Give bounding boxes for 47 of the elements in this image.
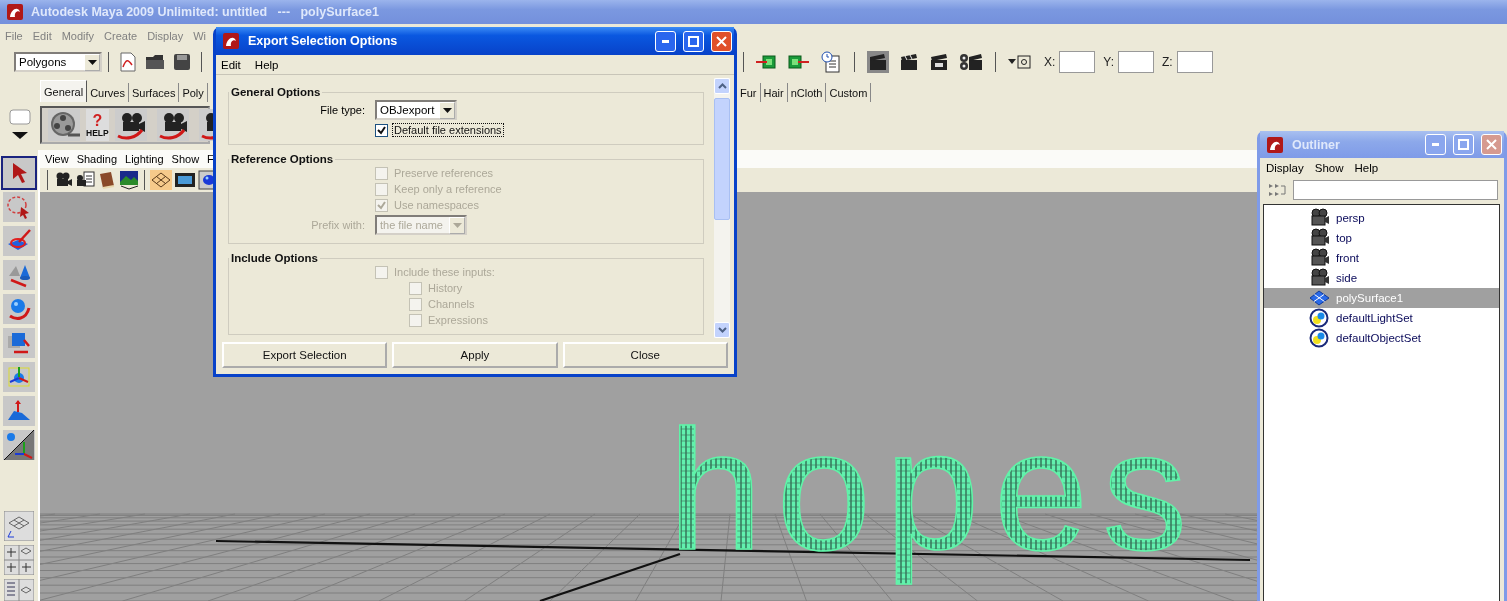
- shelf-tab[interactable]: Curves: [87, 83, 129, 102]
- window-title: Autodesk Maya 2009 Unlimited: untitled --- polySurface1: [31, 5, 379, 19]
- dropdown: the file name: [375, 215, 467, 235]
- mesh-text: hopes: [668, 395, 1202, 585]
- outliner-item[interactable]: defaultLightSet: [1264, 308, 1499, 328]
- dropdown[interactable]: OBJexport: [375, 100, 457, 120]
- field-label: File type:: [319, 104, 366, 116]
- checkbox-label: Include these inputs:: [393, 266, 496, 278]
- outliner-item[interactable]: front: [1264, 248, 1499, 268]
- axis-label: X:: [1044, 55, 1056, 69]
- checkbox-label: Preserve references: [393, 167, 495, 179]
- panel-menu-item[interactable]: View: [45, 153, 69, 165]
- dialog-button[interactable]: Close: [562, 342, 728, 368]
- outliner-item[interactable]: side: [1264, 268, 1499, 288]
- checkbox-label: Expressions: [427, 314, 489, 326]
- dialog-button[interactable]: Apply: [392, 342, 558, 368]
- panel-menu-item[interactable]: Shading: [76, 153, 118, 165]
- checkbox-label: Use namespaces: [393, 199, 480, 211]
- checkbox-label: Keep only a reference: [393, 183, 503, 195]
- menu-item[interactable]: Help: [254, 58, 279, 71]
- group-title: Include Options: [230, 252, 319, 264]
- help-shelf-button[interactable]: ? HELP: [86, 109, 109, 141]
- axis-label: Z:: [1162, 55, 1173, 69]
- shelf-tab[interactable]: Fur: [737, 83, 761, 102]
- checkbox-label: History: [427, 282, 464, 294]
- menu-item[interactable]: Show: [1314, 162, 1344, 174]
- checkbox-label[interactable]: Default file extensions: [393, 124, 503, 136]
- shelf-tab[interactable]: General: [40, 80, 88, 102]
- field-label: Prefix with:: [310, 219, 366, 231]
- menu-item[interactable]: Help: [1354, 162, 1379, 174]
- group-title: General Options: [230, 86, 322, 98]
- menu-item[interactable]: Display: [1266, 162, 1304, 174]
- panel-menu-item[interactable]: Show: [171, 153, 200, 165]
- outliner-title: Outliner: [1292, 137, 1341, 152]
- checkbox-label: Channels: [427, 298, 476, 310]
- dialog-button[interactable]: Export Selection: [222, 342, 388, 368]
- axis-label: Y:: [1103, 55, 1115, 69]
- shelf-tab[interactable]: Surfaces: [129, 83, 180, 102]
- panel-menu-item[interactable]: F: [207, 153, 214, 165]
- outliner-item[interactable]: persp: [1264, 208, 1499, 228]
- dialog-title: Export Selection Options: [248, 34, 399, 48]
- outliner-item[interactable]: top: [1264, 228, 1499, 248]
- panel-menu-item[interactable]: Lighting: [125, 153, 164, 165]
- group-title: Reference Options: [230, 153, 335, 165]
- outliner-item[interactable]: defaultObjectSet: [1264, 328, 1499, 348]
- mode-dropdown[interactable]: Polygons: [14, 52, 102, 72]
- menu-item[interactable]: Edit: [221, 58, 241, 71]
